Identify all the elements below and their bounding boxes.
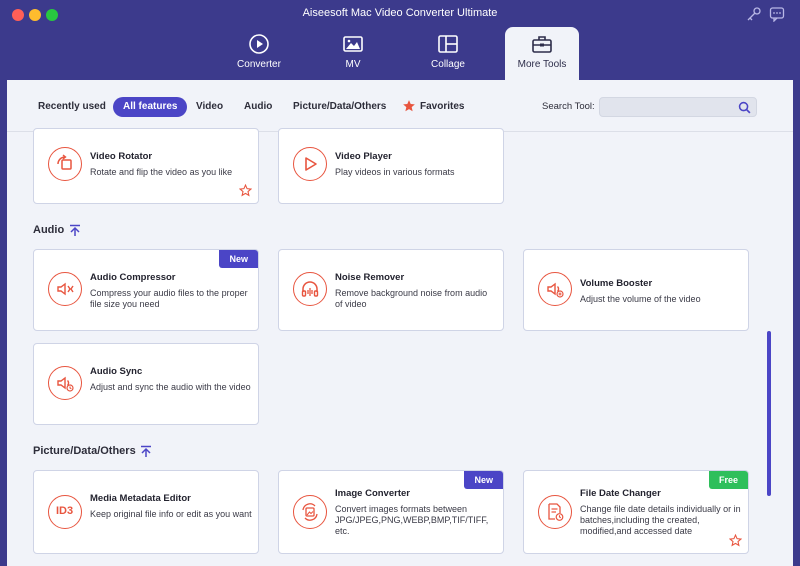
vertical-scrollbar[interactable] <box>767 331 771 496</box>
audio-compressor-icon <box>48 272 82 306</box>
toolbox-icon <box>532 36 552 53</box>
section-audio: Audio <box>33 224 80 236</box>
tab-more-tools-label: More Tools <box>517 59 567 70</box>
main-panel: Recently used All features Video Audio P… <box>7 80 793 566</box>
chat-feedback-icon[interactable] <box>769 6 785 22</box>
app-title: Aiseesoft Mac Video Converter Ultimate <box>302 7 498 19</box>
video-player-icon <box>293 147 327 181</box>
tab-mv-label: MV <box>345 59 361 70</box>
tab-converter[interactable]: Converter <box>221 27 297 80</box>
tool-description: Remove background noise from audio of vi… <box>335 288 488 309</box>
tool-title: Media Metadata Editor <box>90 493 191 504</box>
star-filled-icon <box>403 100 415 112</box>
filter-favorites-label: Favorites <box>420 101 465 112</box>
tool-title: Image Converter <box>335 488 410 499</box>
noise-remover-headphones-icon <box>293 272 327 306</box>
tool-card-audio-sync[interactable]: Audio Sync Adjust and sync the audio wit… <box>33 343 259 425</box>
key-icon[interactable] <box>746 6 762 22</box>
tab-collage-label: Collage <box>431 59 465 70</box>
tool-card-media-metadata-editor[interactable]: ID3 Media Metadata Editor Keep original … <box>33 470 259 554</box>
collage-icon <box>438 35 458 53</box>
file-date-changer-icon <box>538 495 572 529</box>
volume-booster-icon <box>538 272 572 306</box>
section-picture-data-others: Picture/Data/Others <box>33 445 151 457</box>
tool-card-video-player[interactable]: Video Player Play videos in various form… <box>278 128 504 204</box>
tab-mv[interactable]: MV <box>315 27 391 80</box>
id3-tag-icon: ID3 <box>48 495 82 529</box>
new-badge: New <box>219 250 258 268</box>
tool-description: Play videos in various formats <box>335 167 455 177</box>
favorite-star-icon[interactable] <box>729 534 742 547</box>
tool-description: Convert images formats between JPG/JPEG,… <box>335 504 489 536</box>
tool-description: Change file date details individually or… <box>580 504 741 536</box>
filter-picture-data-others[interactable]: Picture/Data/Others <box>293 97 386 117</box>
filter-video[interactable]: Video <box>196 97 223 117</box>
search-icon[interactable] <box>738 101 751 114</box>
new-badge: New <box>464 471 503 489</box>
free-badge: Free <box>708 471 748 489</box>
collapse-up-icon[interactable] <box>140 445 152 458</box>
search-input[interactable] <box>600 99 730 118</box>
section-picture-label: Picture/Data/Others <box>33 445 136 457</box>
tool-card-image-converter[interactable]: New Image Converter Convert images forma… <box>278 470 504 554</box>
collapse-up-icon[interactable] <box>69 224 81 237</box>
tool-card-noise-remover[interactable]: Noise Remover Remove background noise fr… <box>278 249 504 331</box>
filter-recently-used[interactable]: Recently used <box>38 97 106 117</box>
converter-icon <box>249 34 269 54</box>
image-converter-icon <box>293 495 327 529</box>
tool-description: Compress your audio files to the proper … <box>90 288 248 309</box>
tool-card-audio-compressor[interactable]: New Audio Compressor Compress your audio… <box>33 249 259 331</box>
tool-title: Video Player <box>335 151 392 162</box>
tool-title: Audio Sync <box>90 366 143 377</box>
tab-more-tools[interactable]: More Tools <box>505 27 579 80</box>
tab-converter-label: Converter <box>237 59 281 70</box>
tool-description: Adjust and sync the audio with the video <box>90 382 251 392</box>
filter-audio[interactable]: Audio <box>244 97 272 117</box>
video-rotator-icon <box>48 147 82 181</box>
tool-title: File Date Changer <box>580 488 661 499</box>
tool-card-video-rotator[interactable]: Video Rotator Rotate and flip the video … <box>33 128 259 204</box>
id3-text: ID3 <box>55 505 74 517</box>
filter-bar: Recently used All features Video Audio P… <box>7 80 793 132</box>
tab-collage[interactable]: Collage <box>410 27 486 80</box>
filter-favorites[interactable]: Favorites <box>402 97 464 117</box>
audio-sync-icon <box>48 366 82 400</box>
tool-title: Audio Compressor <box>90 272 176 283</box>
tool-title: Volume Booster <box>580 278 653 289</box>
tool-description: Keep original file info or edit as you w… <box>90 509 252 519</box>
tool-card-file-date-changer[interactable]: Free File Date Changer Change file date … <box>523 470 749 554</box>
title-bar: Aiseesoft Mac Video Converter Ultimate C… <box>0 0 800 80</box>
favorite-star-icon[interactable] <box>239 184 252 197</box>
tool-title: Video Rotator <box>90 151 153 162</box>
search-box <box>599 97 757 118</box>
search-label: Search Tool: <box>542 101 595 112</box>
tool-card-volume-booster[interactable]: Volume Booster Adjust the volume of the … <box>523 249 749 331</box>
tool-description: Adjust the volume of the video <box>580 294 701 304</box>
filter-all-features[interactable]: All features <box>113 97 188 117</box>
mv-image-icon <box>343 36 363 52</box>
section-audio-label: Audio <box>33 224 65 236</box>
tool-title: Noise Remover <box>335 272 405 283</box>
tool-description: Rotate and flip the video as you like <box>90 167 233 177</box>
